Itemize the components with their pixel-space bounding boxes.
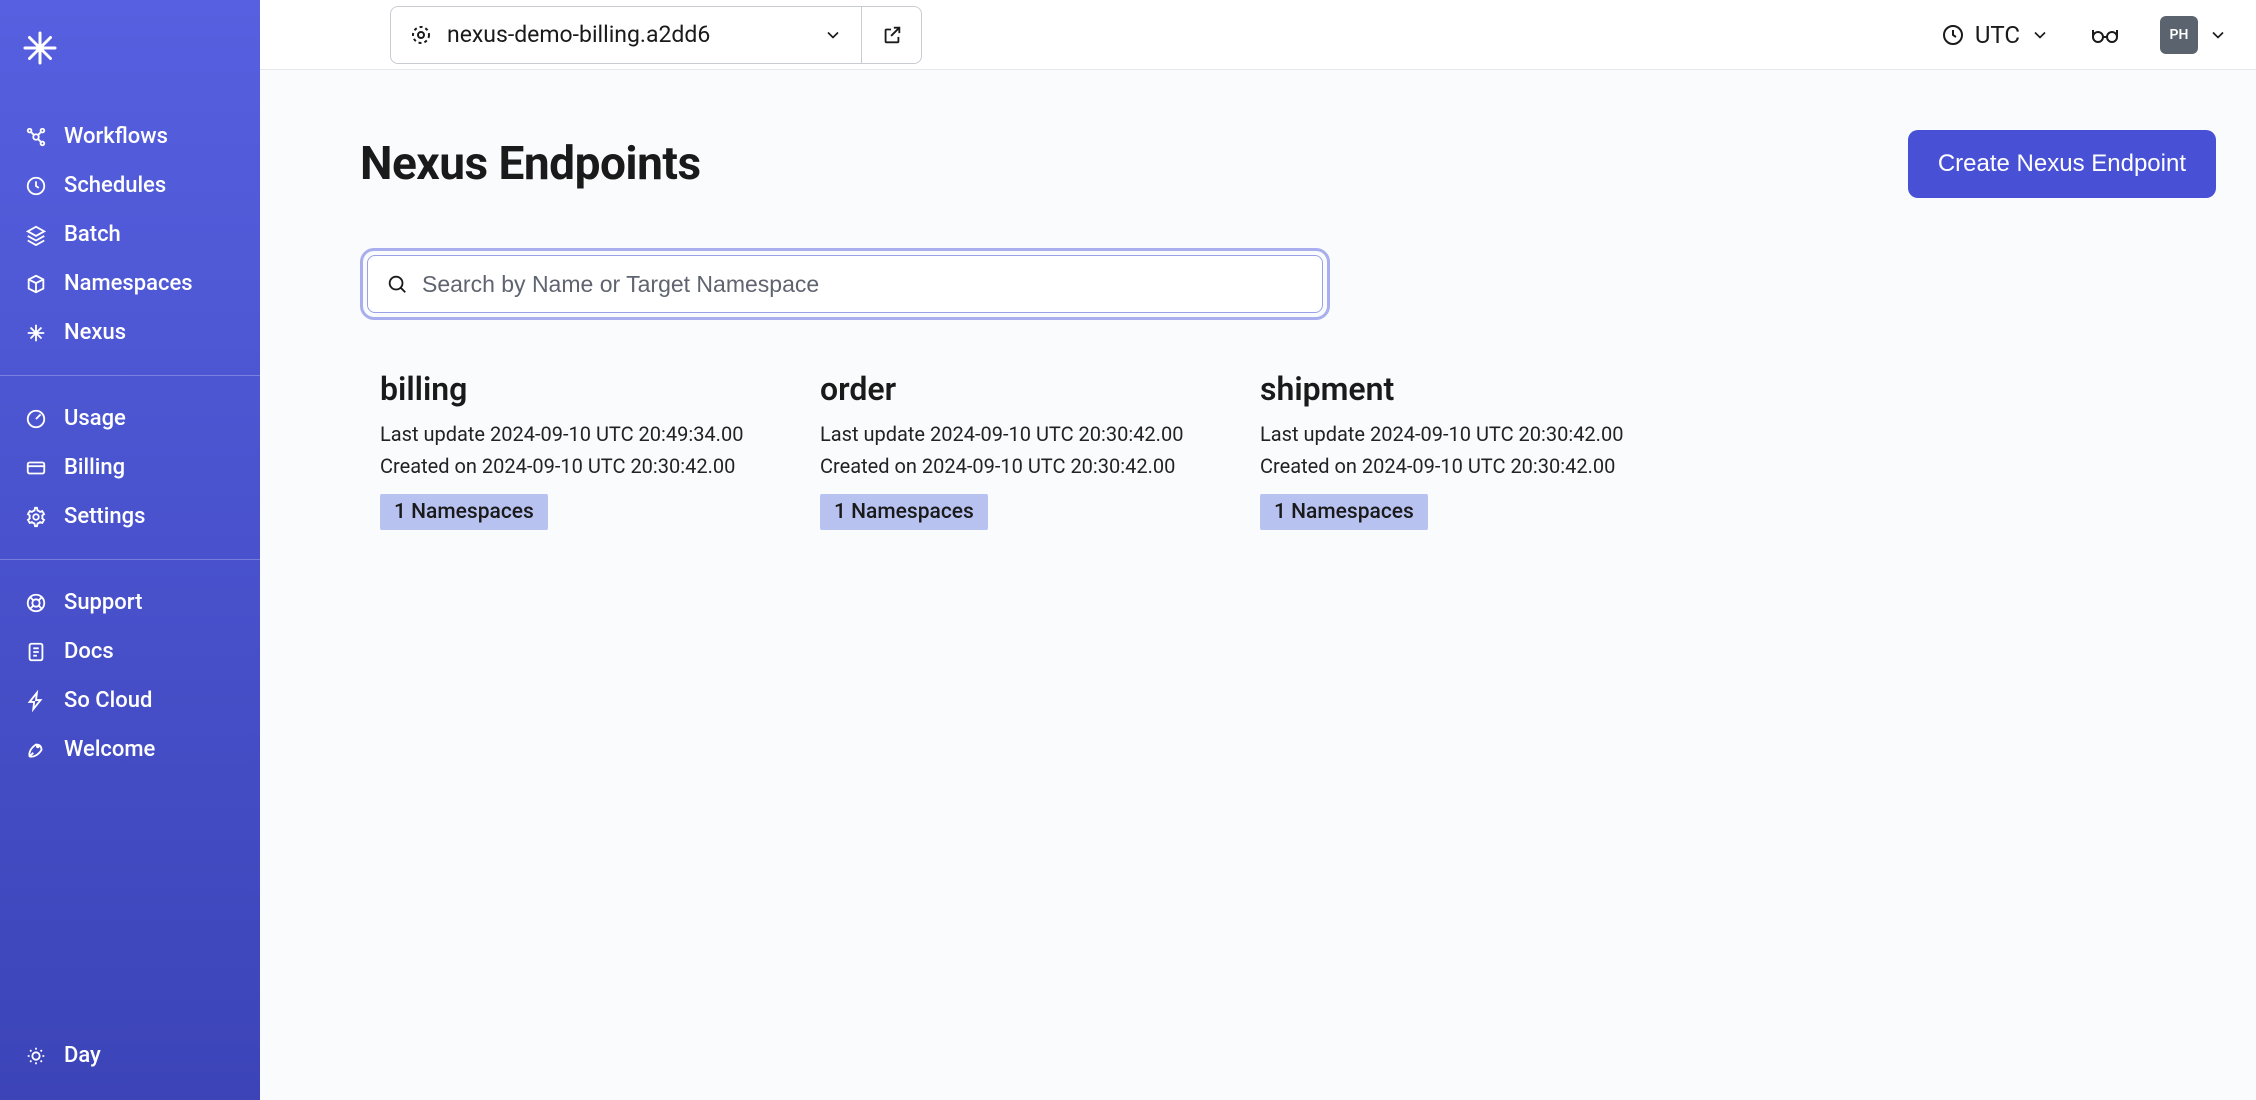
endpoint-created: Created on 2024-09-10 UTC 20:30:42.00 — [1260, 452, 1640, 480]
namespaces-badge: 1 Namespaces — [380, 494, 548, 530]
sidebar-item-label: Support — [64, 590, 142, 615]
endpoint-name: billing — [380, 370, 760, 408]
user-menu[interactable]: PH — [2160, 16, 2228, 54]
sidebar-item-billing[interactable]: Billing — [0, 443, 260, 492]
endpoint-name: shipment — [1260, 370, 1640, 408]
sidebar-item-label: Workflows — [64, 124, 168, 149]
sidebar-item-label: Usage — [64, 406, 126, 431]
endpoint-cards: billing Last update 2024-09-10 UTC 20:49… — [360, 370, 2216, 530]
nav-group-3: Support Docs So Cloud Welcome — [0, 559, 260, 782]
sidebar-item-label: Settings — [64, 504, 145, 529]
box-icon — [24, 272, 48, 296]
sidebar-item-settings[interactable]: Settings — [0, 492, 260, 541]
app-logo[interactable] — [0, 0, 260, 104]
sidebar-item-label: Nexus — [64, 320, 126, 345]
namespace-selector: nexus-demo-billing.a2dd6 — [390, 6, 922, 64]
sidebar-item-label: Welcome — [64, 737, 155, 762]
topbar: nexus-demo-billing.a2dd6 UTC — [260, 0, 2256, 70]
sidebar-item-label: Day — [64, 1043, 101, 1068]
document-icon — [24, 640, 48, 664]
search-box[interactable] — [367, 255, 1323, 313]
timezone-label: UTC — [1975, 21, 2020, 49]
glasses-icon — [2090, 23, 2120, 47]
sidebar-item-namespaces[interactable]: Namespaces — [0, 259, 260, 308]
sidebar: Workflows Schedules Batch Namespaces Nex… — [0, 0, 260, 1100]
card-icon — [24, 456, 48, 480]
nexus-icon — [24, 321, 48, 345]
sidebar-bottom: Day — [0, 1031, 260, 1100]
sidebar-item-label: Namespaces — [64, 271, 193, 296]
sidebar-item-docs[interactable]: Docs — [0, 627, 260, 676]
clock-icon — [24, 174, 48, 198]
sun-icon — [24, 1044, 48, 1068]
chevron-down-icon — [823, 25, 843, 45]
page-header: Nexus Endpoints Create Nexus Endpoint — [360, 130, 2216, 198]
workflows-icon — [24, 125, 48, 149]
search-input[interactable] — [422, 271, 1304, 298]
create-endpoint-button[interactable]: Create Nexus Endpoint — [1908, 130, 2216, 198]
topbar-right: UTC PH — [1941, 16, 2228, 54]
namespaces-badge: 1 Namespaces — [820, 494, 988, 530]
sidebar-item-label: Batch — [64, 222, 121, 247]
sidebar-item-batch[interactable]: Batch — [0, 210, 260, 259]
namespace-label: nexus-demo-billing.a2dd6 — [447, 21, 809, 48]
endpoint-updated: Last update 2024-09-10 UTC 20:49:34.00 — [380, 420, 760, 448]
target-icon — [409, 23, 433, 47]
open-external-button[interactable] — [861, 7, 921, 63]
endpoint-created: Created on 2024-09-10 UTC 20:30:42.00 — [380, 452, 760, 480]
labs-button[interactable] — [2090, 23, 2120, 47]
search-icon — [386, 273, 408, 295]
endpoint-updated: Last update 2024-09-10 UTC 20:30:42.00 — [1260, 420, 1640, 448]
endpoint-created: Created on 2024-09-10 UTC 20:30:42.00 — [820, 452, 1200, 480]
gear-icon — [24, 505, 48, 529]
lifebuoy-icon — [24, 591, 48, 615]
endpoint-card[interactable]: shipment Last update 2024-09-10 UTC 20:3… — [1260, 370, 1640, 530]
sidebar-item-label: Docs — [64, 639, 114, 664]
nav-group-1: Workflows Schedules Batch Namespaces Nex… — [0, 104, 260, 365]
layers-icon — [24, 223, 48, 247]
gauge-icon — [24, 407, 48, 431]
sidebar-item-support[interactable]: Support — [0, 578, 260, 627]
endpoint-name: order — [820, 370, 1200, 408]
endpoint-updated: Last update 2024-09-10 UTC 20:30:42.00 — [820, 420, 1200, 448]
sidebar-item-nexus[interactable]: Nexus — [0, 308, 260, 357]
external-link-icon — [881, 24, 903, 46]
search-focus-ring — [360, 248, 1330, 320]
endpoint-card[interactable]: billing Last update 2024-09-10 UTC 20:49… — [380, 370, 760, 530]
sidebar-item-label: Billing — [64, 455, 125, 480]
chevron-down-icon — [2030, 25, 2050, 45]
sidebar-item-day[interactable]: Day — [0, 1031, 260, 1080]
main-area: nexus-demo-billing.a2dd6 UTC — [260, 0, 2256, 1100]
sidebar-item-so-cloud[interactable]: So Cloud — [0, 676, 260, 725]
nav-group-2: Usage Billing Settings — [0, 375, 260, 549]
sidebar-item-workflows[interactable]: Workflows — [0, 112, 260, 161]
clock-icon — [1941, 23, 1965, 47]
namespace-dropdown[interactable]: nexus-demo-billing.a2dd6 — [391, 7, 861, 63]
content: Nexus Endpoints Create Nexus Endpoint bi… — [260, 70, 2256, 570]
rocket-icon — [24, 738, 48, 762]
sidebar-item-label: Schedules — [64, 173, 166, 198]
sidebar-item-schedules[interactable]: Schedules — [0, 161, 260, 210]
endpoint-card[interactable]: order Last update 2024-09-10 UTC 20:30:4… — [820, 370, 1200, 530]
namespaces-badge: 1 Namespaces — [1260, 494, 1428, 530]
sidebar-item-welcome[interactable]: Welcome — [0, 725, 260, 774]
timezone-picker[interactable]: UTC — [1941, 21, 2050, 49]
sidebar-item-usage[interactable]: Usage — [0, 394, 260, 443]
chevron-down-icon — [2208, 25, 2228, 45]
sidebar-item-label: So Cloud — [64, 688, 152, 713]
page-title: Nexus Endpoints — [360, 137, 701, 191]
bolt-icon — [24, 689, 48, 713]
avatar: PH — [2160, 16, 2198, 54]
